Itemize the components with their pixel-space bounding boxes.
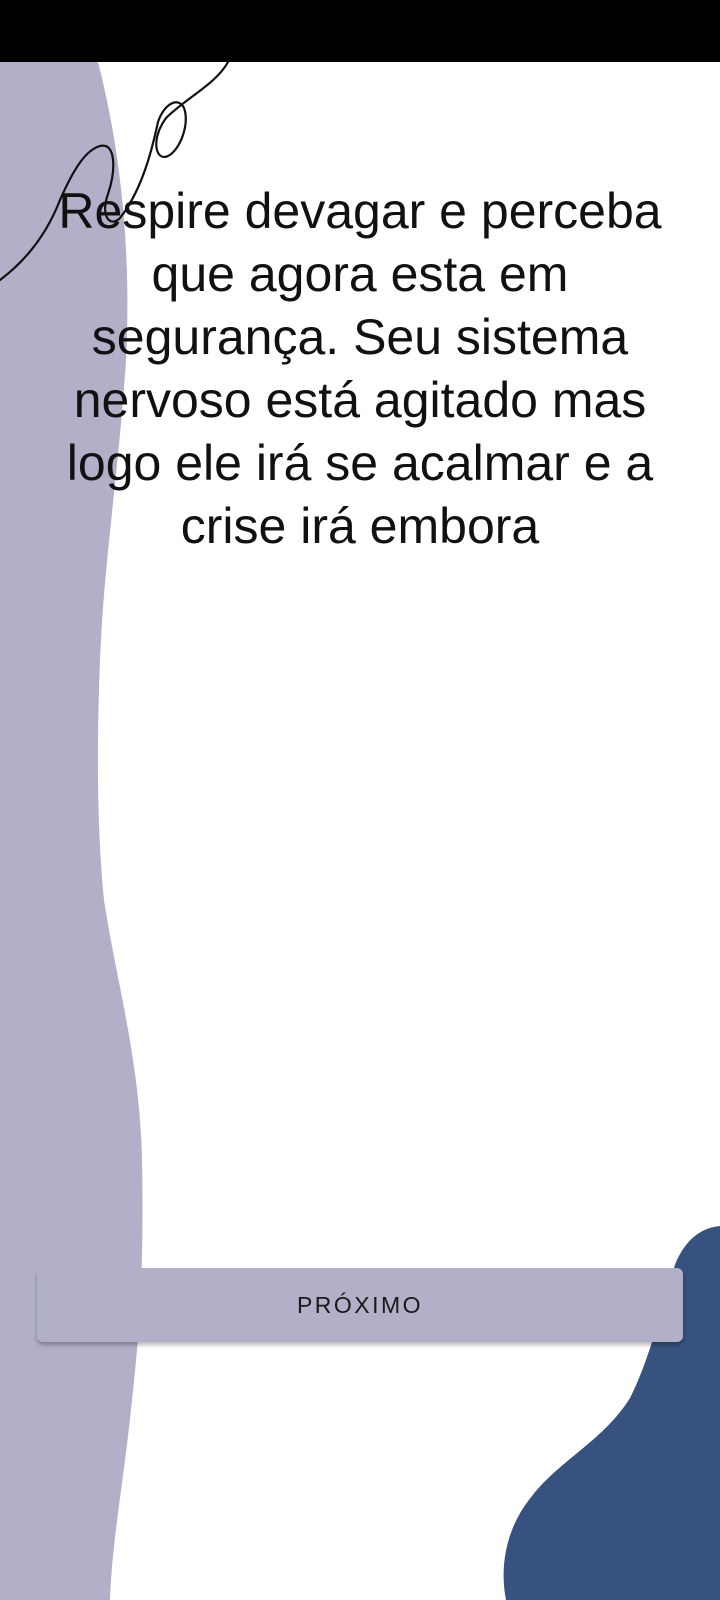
next-button[interactable]: PRÓXIMO	[37, 1268, 683, 1342]
calming-message: Respire devagar e perceba que agora esta…	[58, 183, 662, 554]
status-bar	[0, 0, 720, 62]
